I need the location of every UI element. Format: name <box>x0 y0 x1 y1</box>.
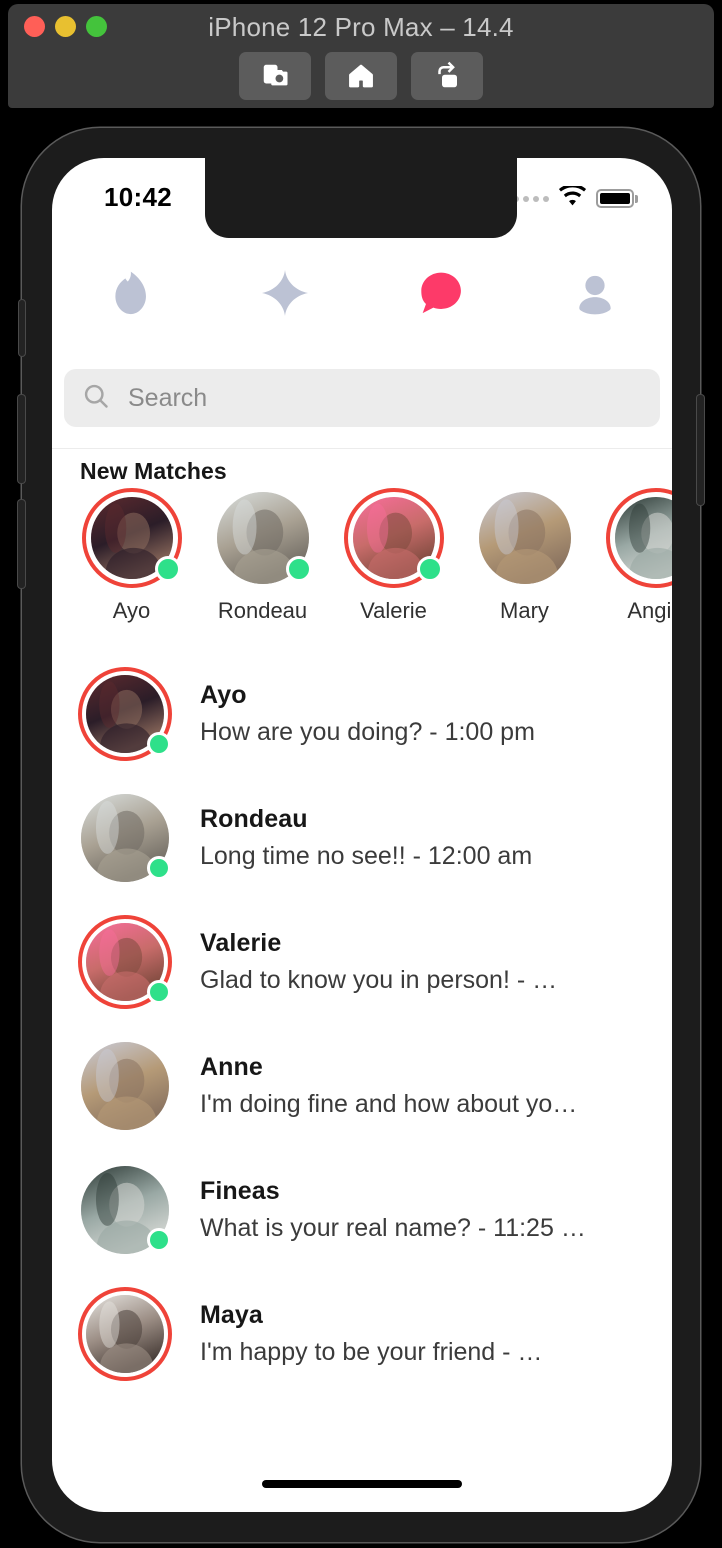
new-match-name: Ayo <box>112 598 151 623</box>
simulator-toolbar <box>8 52 714 100</box>
chat-preview-message: I'm happy to be your friend - … <box>200 1338 543 1366</box>
avatar <box>475 488 575 588</box>
status-indicators <box>513 183 638 211</box>
chat-preview-message: Glad to know you in person! - … <box>200 966 558 994</box>
online-status-dot <box>147 856 171 880</box>
tab-profile[interactable] <box>517 242 672 348</box>
chat-list-item[interactable]: Maya I'm happy to be your friend - … <box>52 1272 672 1396</box>
simulator-title: iPhone 12 Pro Max – 14.4 <box>208 12 514 42</box>
new-match-name: Angie <box>627 598 672 623</box>
avatar <box>78 1039 172 1133</box>
avatar-photo <box>81 1042 169 1130</box>
avatar <box>78 1163 172 1257</box>
rotate-button[interactable] <box>411 52 483 100</box>
volume-down-button[interactable] <box>18 500 25 588</box>
search-icon <box>82 382 110 415</box>
status-clock: 10:42 <box>104 182 172 212</box>
chat-contact-name: Fineas <box>200 1177 280 1205</box>
avatar <box>78 791 172 885</box>
chat-text: Anne I'm doing fine and how about yo… <box>200 1053 577 1119</box>
online-status-dot <box>154 556 181 582</box>
wifi-icon <box>558 183 587 211</box>
device-frame: 10:42 Search New Matches Ayo Rondeau Val… <box>18 128 704 1542</box>
screenshot-button[interactable] <box>239 52 311 100</box>
chat-contact-name: Maya <box>200 1301 263 1329</box>
flame-icon <box>109 270 151 321</box>
cellular-dots-icon <box>513 195 549 202</box>
new-matches-list[interactable]: Ayo Rondeau Valerie Mary Angie <box>52 488 672 638</box>
avatar-photo <box>478 492 571 584</box>
new-matches-title: New Matches <box>80 458 227 484</box>
online-status-dot <box>147 980 171 1004</box>
avatar <box>605 488 672 588</box>
chat-text: Rondeau Long time no see!! - 12:00 am <box>200 805 532 871</box>
device-screen: 10:42 Search New Matches Ayo Rondeau Val… <box>52 158 672 1512</box>
camera-icon <box>260 61 290 91</box>
chat-contact-name: Anne <box>200 1053 263 1081</box>
avatar-photo <box>86 1295 164 1373</box>
sparkle-icon <box>261 269 308 321</box>
online-status-dot <box>147 1228 171 1252</box>
chat-text: Valerie Glad to know you in person! - … <box>200 929 557 995</box>
chat-list-item[interactable]: Valerie Glad to know you in person! - … <box>52 900 672 1024</box>
new-match-name: Mary <box>500 598 549 623</box>
chat-preview-message: How are you doing? - 1:00 pm <box>200 718 535 746</box>
new-match-item[interactable]: Mary <box>459 488 590 638</box>
home-indicator[interactable] <box>262 1480 462 1488</box>
avatar <box>81 488 182 588</box>
chat-bubble-icon <box>418 271 462 320</box>
new-match-item[interactable]: Ayo <box>66 488 197 638</box>
volume-up-button[interactable] <box>18 395 25 483</box>
online-status-dot <box>285 556 312 582</box>
new-match-name: Rondeau <box>217 598 308 623</box>
chat-contact-name: Valerie <box>200 929 282 957</box>
chat-list-item[interactable]: Anne I'm doing fine and how about yo… <box>52 1024 672 1148</box>
chat-text: Fineas What is your real name? - 11:25 … <box>200 1177 586 1243</box>
home-icon <box>346 61 376 91</box>
avatar <box>343 488 444 588</box>
display-notch <box>205 158 517 238</box>
chat-text: Ayo How are you doing? - 1:00 pm <box>200 681 535 747</box>
chat-preview-message: What is your real name? - 11:25 … <box>200 1214 586 1242</box>
chat-text: Maya I'm happy to be your friend - … <box>200 1301 542 1367</box>
search-bar[interactable] <box>64 369 660 427</box>
silent-switch[interactable] <box>19 300 25 356</box>
new-match-item[interactable]: Rondeau <box>197 488 328 638</box>
chat-list-item[interactable]: Fineas What is your real name? - 11:25 … <box>52 1148 672 1272</box>
tab-messages[interactable] <box>362 242 517 348</box>
chat-contact-name: Rondeau <box>200 805 308 833</box>
home-button[interactable] <box>325 52 397 100</box>
avatar <box>78 1287 172 1381</box>
chat-list: Ayo How are you doing? - 1:00 pm Rondeau Lo… <box>52 652 672 1396</box>
chat-list-item[interactable]: Ayo How are you doing? - 1:00 pm <box>52 652 672 776</box>
power-button[interactable] <box>697 395 704 505</box>
person-icon <box>573 271 617 320</box>
new-match-item[interactable]: Angie <box>590 488 672 638</box>
new-match-name: Valerie <box>360 598 427 623</box>
chat-preview-message: Long time no see!! - 12:00 am <box>200 842 533 870</box>
avatar <box>213 488 313 588</box>
new-match-item[interactable]: Valerie <box>328 488 459 638</box>
chat-contact-name: Ayo <box>200 681 247 709</box>
battery-full-icon <box>596 189 638 208</box>
search-input[interactable] <box>126 382 642 414</box>
online-status-dot <box>147 732 171 756</box>
tab-bar <box>52 242 672 349</box>
tab-top-picks[interactable] <box>207 242 362 348</box>
search-section <box>52 348 672 449</box>
online-status-dot <box>416 556 443 582</box>
chat-preview-message: I'm doing fine and how about yo… <box>200 1090 578 1118</box>
avatar <box>78 915 172 1009</box>
tab-discover[interactable] <box>52 242 207 348</box>
simulator-window: iPhone 12 Pro Max – 14.4 <box>8 4 714 108</box>
rotate-right-icon <box>432 61 462 91</box>
chat-list-item[interactable]: Rondeau Long time no see!! - 12:00 am <box>52 776 672 900</box>
avatar <box>78 667 172 761</box>
